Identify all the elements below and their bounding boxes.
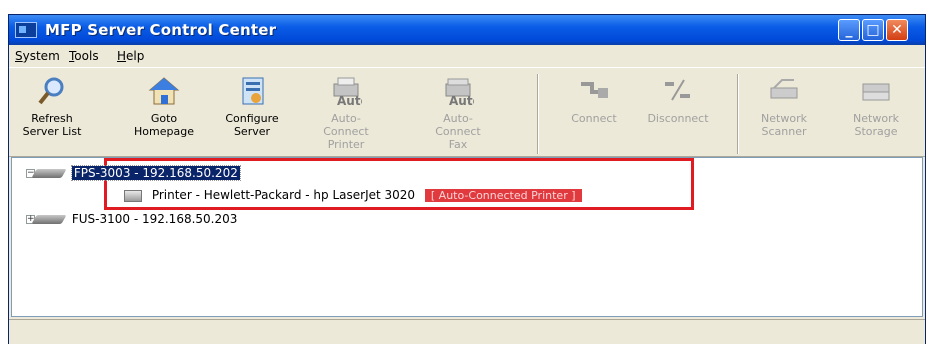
scanner-icon xyxy=(768,76,800,106)
disconnect-button[interactable]: Disconnect xyxy=(641,74,715,152)
connect-button[interactable]: Connect xyxy=(557,74,631,152)
tree-node-printer[interactable]: Printer - Hewlett-Packard - hp LaserJet … xyxy=(124,186,582,204)
minimize-button[interactable]: _ xyxy=(838,19,860,41)
maximize-button[interactable]: □ xyxy=(862,19,884,41)
tree-node-server-fus3100[interactable]: + FUS-3100 - 192.168.50.203 xyxy=(26,210,238,228)
plug-disconnect-icon xyxy=(662,76,694,106)
close-button[interactable]: ✕ xyxy=(886,19,908,41)
house-icon xyxy=(148,76,180,106)
network-scanner-button[interactable]: Network Scanner xyxy=(747,74,821,152)
title-bar[interactable]: MFP Server Control Center _ □ ✕ xyxy=(9,15,925,45)
auto-connect-printer-button[interactable]: Auto Auto-Connect Printer xyxy=(309,74,383,152)
plug-connect-icon xyxy=(578,76,610,106)
auto-connected-badge: [ Auto-Connected Printer ] xyxy=(424,189,582,202)
printer-label: Printer - Hewlett-Packard - hp LaserJet … xyxy=(151,188,416,202)
server-device-icon xyxy=(31,215,67,224)
refresh-server-list-button[interactable]: Refresh Server List xyxy=(15,74,89,152)
menu-system[interactable]: System xyxy=(15,49,60,63)
magnifier-icon xyxy=(36,76,68,106)
svg-text:Auto: Auto xyxy=(449,94,474,106)
svg-text:Auto: Auto xyxy=(337,94,362,106)
menu-help[interactable]: Help xyxy=(117,49,144,63)
window-title: MFP Server Control Center xyxy=(45,21,277,39)
goto-homepage-button[interactable]: Goto Homepage xyxy=(127,74,201,152)
tree-node-server-fps3003[interactable]: − FPS-3003 - 192.168.50.202 xyxy=(26,164,241,182)
configure-server-button[interactable]: Configure Server xyxy=(215,74,289,152)
toolbar: Refresh Server List Goto Homepage Config… xyxy=(9,67,925,157)
config-icon xyxy=(236,76,268,106)
printer-icon: Auto xyxy=(330,76,369,108)
server-tree: − FPS-3003 - 192.168.50.202 Printer - He… xyxy=(11,157,923,317)
app-icon xyxy=(15,22,37,38)
network-storage-button[interactable]: Network Storage xyxy=(839,74,913,152)
server-label: FPS-3003 - 192.168.50.202 xyxy=(70,165,241,181)
toolbar-separator xyxy=(537,74,539,154)
server-label: FUS-3100 - 192.168.50.203 xyxy=(71,212,238,226)
printer-icon xyxy=(124,189,142,202)
server-device-icon xyxy=(31,169,67,178)
app-window: MFP Server Control Center _ □ ✕ System T… xyxy=(8,14,926,344)
auto-connect-fax-button[interactable]: Auto Auto-Connect Fax xyxy=(421,74,495,152)
menu-bar: System Tools Help xyxy=(9,46,925,66)
menu-tools[interactable]: Tools xyxy=(69,49,99,63)
toolbar-separator xyxy=(737,74,739,154)
storage-icon xyxy=(860,76,892,106)
fax-icon: Auto xyxy=(442,76,481,108)
status-bar xyxy=(9,319,925,344)
